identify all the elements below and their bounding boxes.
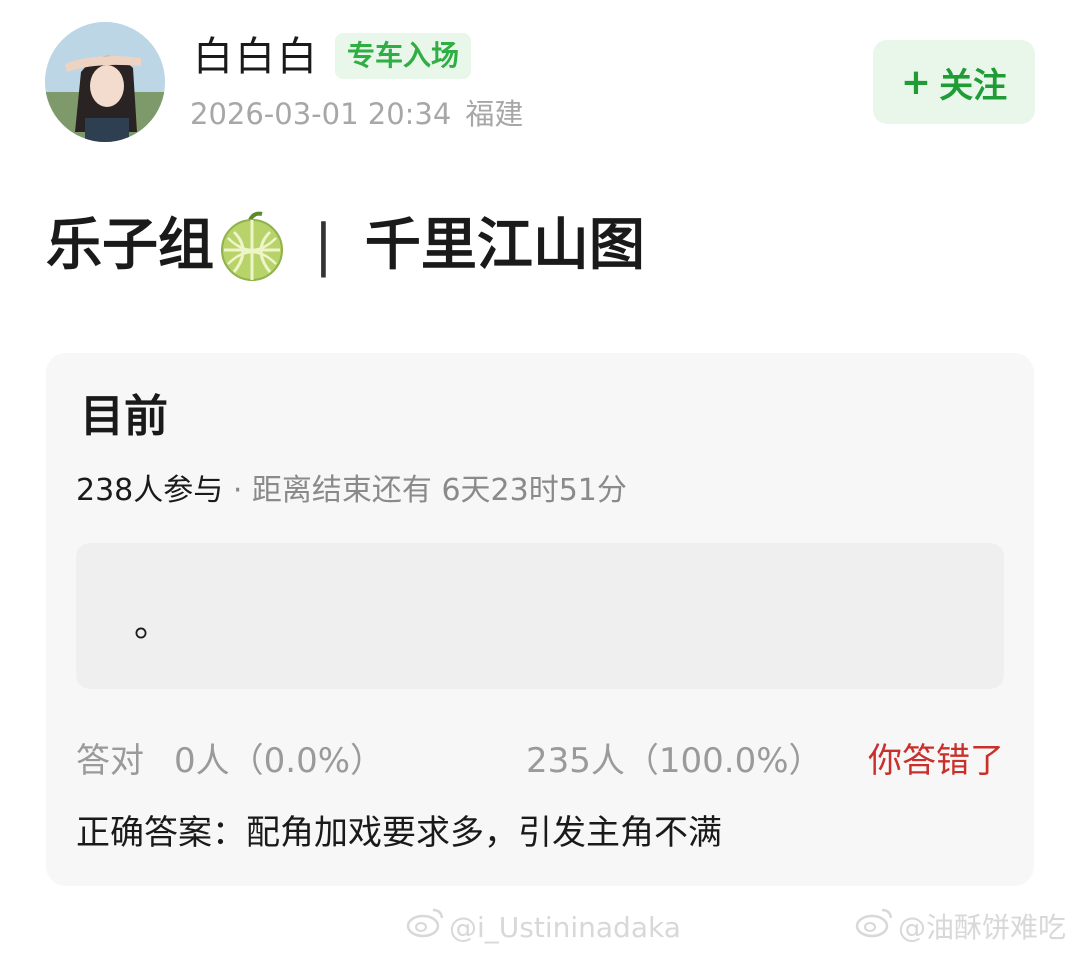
- quiz-option[interactable]: 。: [76, 543, 1004, 689]
- correct-answer: 正确答案：配角加戏要求多，引发主角不满: [76, 813, 722, 853]
- verdict-text: 你答错了: [868, 741, 1004, 781]
- quiz-stats: 238人参与 · 距离结束还有 6天23时51分: [76, 471, 627, 511]
- title-separator: |: [314, 213, 333, 278]
- follow-label: 关注: [939, 65, 1008, 106]
- post-title-left: 乐子组: [46, 213, 214, 278]
- stats-dot: ·: [232, 473, 243, 508]
- quiz-heading: 目前: [80, 391, 168, 442]
- post-title: 乐子组 | 千里江山图: [46, 206, 645, 286]
- melon-icon: [220, 210, 284, 282]
- post-meta: 2026-03-01 20:34 福建: [190, 94, 523, 134]
- watermark-right-text: @油酥饼难吃: [898, 910, 1067, 944]
- plus-icon: +: [900, 61, 932, 103]
- quiz-card: 目前 238人参与 · 距离结束还有 6天23时51分 。 答对 0人（0.0%…: [46, 353, 1034, 886]
- post-title-right: 千里江山图: [364, 213, 645, 278]
- avatar-image: [45, 22, 165, 142]
- watermark-left: @i_Ustininadaka: [405, 906, 681, 949]
- result-row: 答对 0人（0.0%） 235人（100.0%） 你答错了: [76, 737, 1004, 785]
- weibo-icon: [854, 906, 894, 949]
- watermark-right: @油酥饼难吃: [854, 906, 1066, 949]
- weibo-icon: [405, 906, 445, 949]
- post-timestamp: 2026-03-01 20:34: [190, 97, 452, 131]
- quiz-option-text: 。: [134, 604, 171, 645]
- user-tag-badge: 专车入场: [335, 33, 472, 79]
- correct-count: 0人（0.0%）: [174, 741, 385, 781]
- follow-button[interactable]: + 关注: [873, 40, 1035, 124]
- correct-label: 答对: [76, 741, 144, 781]
- username[interactable]: 白白白: [193, 32, 319, 82]
- post-location: 福建: [465, 97, 524, 131]
- wrong-count: 235人（100.0%）: [526, 741, 823, 781]
- post-page: 白白白 专车入场 2026-03-01 20:34 福建 + 关注 乐子组 | 千…: [0, 0, 1080, 953]
- watermark-left-text: @i_Ustininadaka: [449, 910, 681, 944]
- avatar[interactable]: [45, 22, 165, 142]
- participants-count: 238人参与: [76, 473, 224, 508]
- time-remaining: 距离结束还有 6天23时51分: [251, 473, 627, 508]
